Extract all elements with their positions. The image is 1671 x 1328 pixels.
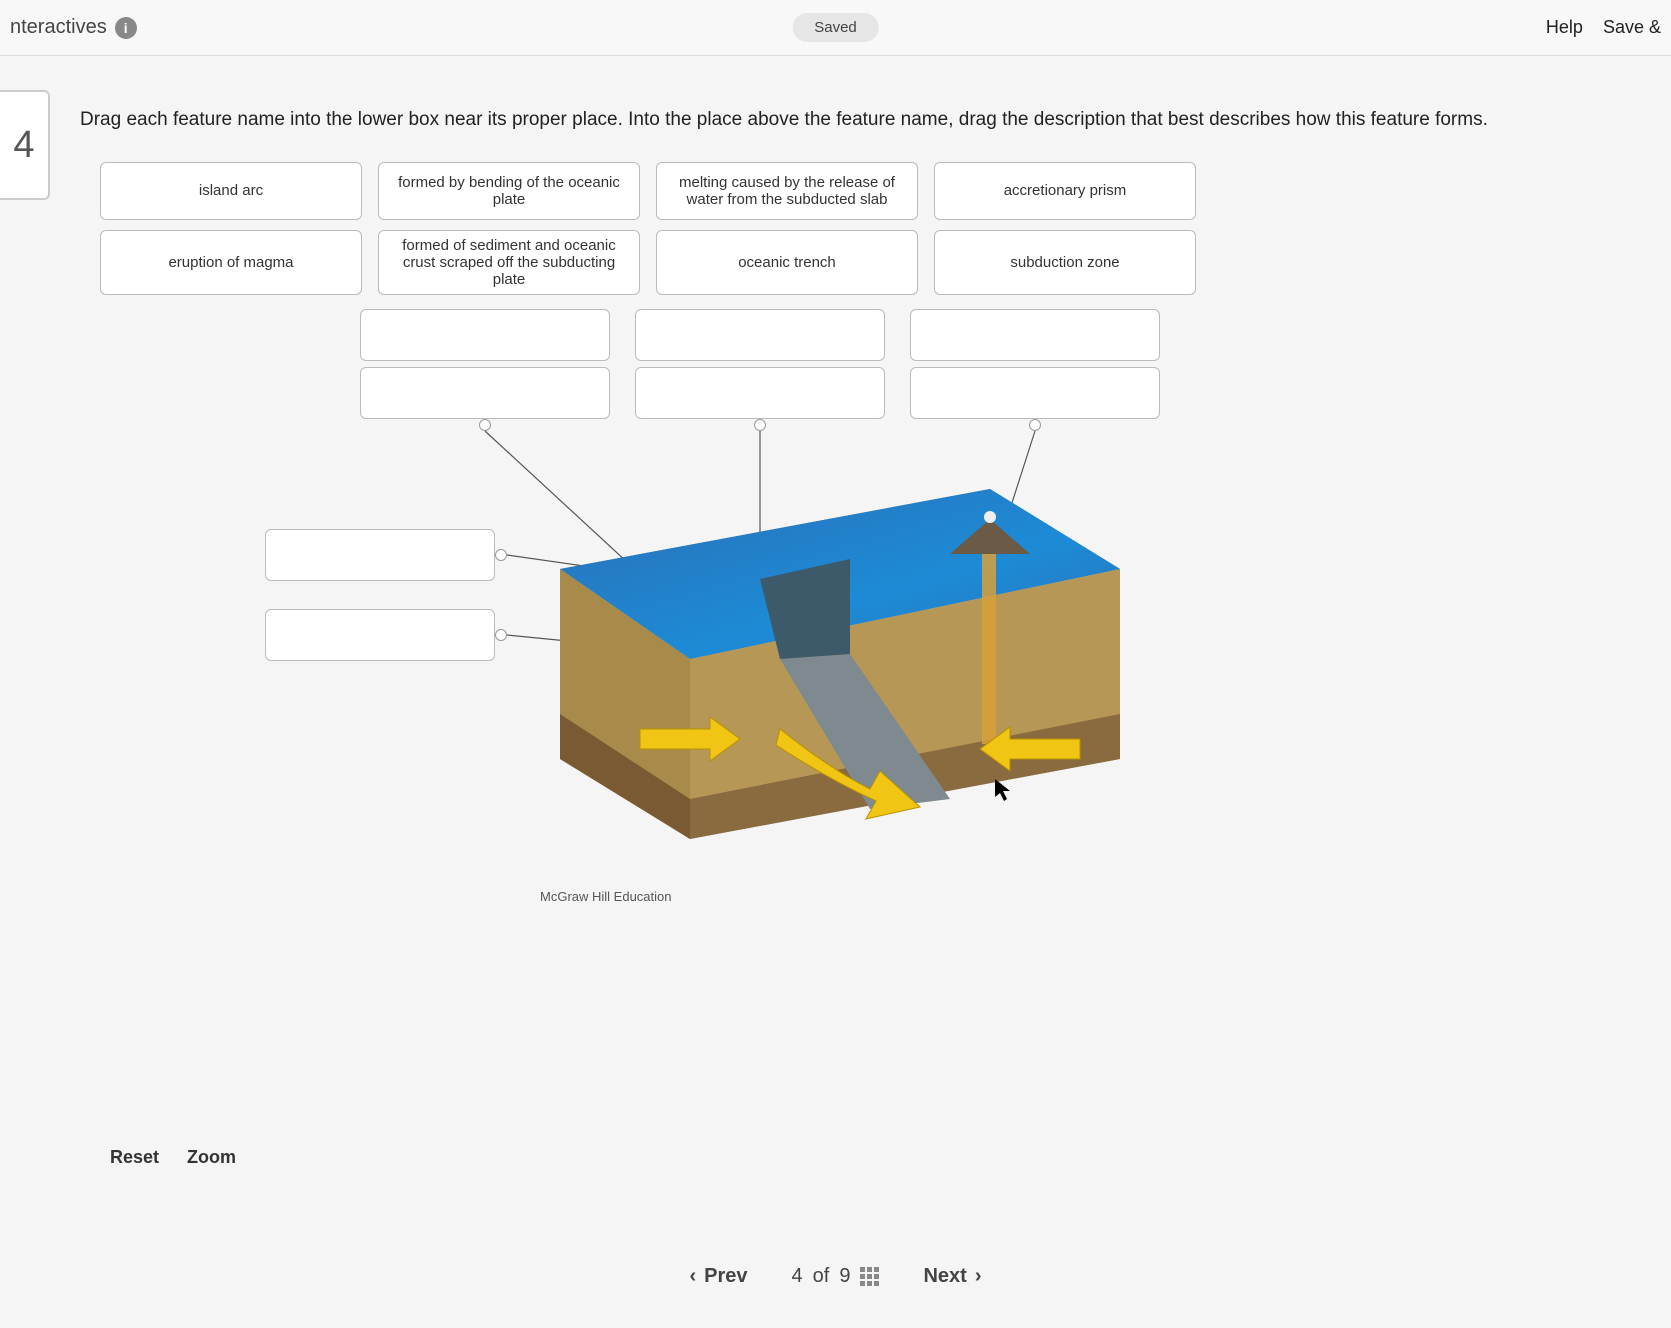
drop-name-3[interactable] [910,367,1160,419]
bottom-left-controls: Reset Zoom [110,1147,236,1168]
page-position: 4 of 9 [792,1265,880,1288]
save-exit-link[interactable]: Save & [1603,17,1661,38]
next-label: Next [923,1265,966,1288]
chip-eruption-magma[interactable]: eruption of magma [100,230,362,295]
chip-formed-bending[interactable]: formed by bending of the oceanic plate [378,162,640,220]
drop-name-2[interactable] [635,367,885,419]
main-content: Drag each feature name into the lower bo… [80,56,1641,1029]
drop-group-3 [910,309,1160,419]
drop-name-4[interactable] [265,529,495,581]
prev-label: Prev [704,1265,747,1288]
drop-name-1[interactable] [360,367,610,419]
drop-desc-1[interactable] [360,309,610,361]
leader-nub-3 [1029,419,1041,431]
chip-island-arc[interactable]: island arc [100,162,362,220]
drop-group-2 [635,309,885,419]
zoom-button[interactable]: Zoom [187,1147,236,1168]
chip-melting-water[interactable]: melting caused by the release of water f… [656,162,918,220]
drag-row-2: eruption of magma formed of sediment and… [100,230,1641,295]
next-button[interactable]: Next › [923,1265,981,1288]
chip-oceanic-trench[interactable]: oceanic trench [656,230,918,295]
page-of: of [813,1265,830,1288]
drop-name-5[interactable] [265,609,495,661]
drop-group-5 [265,609,495,661]
page-total: 9 [839,1265,850,1288]
leader-nub-4 [495,549,507,561]
pager-bar: ‹ Prev 4 of 9 Next › [0,1265,1671,1288]
diagram-canvas: McGraw Hill Education [80,309,1641,1029]
drag-row-1: island arc formed by bending of the ocea… [100,162,1641,220]
drag-source-area: island arc formed by bending of the ocea… [100,162,1641,295]
page-mode-label: nteractives [10,16,107,39]
subduction-diagram [520,459,1140,879]
chip-subduction-zone[interactable]: subduction zone [934,230,1196,295]
leader-nub-2 [754,419,766,431]
drop-desc-2[interactable] [635,309,885,361]
saved-badge: Saved [792,13,879,42]
reset-button[interactable]: Reset [110,1147,159,1168]
drop-group-4 [265,529,495,581]
chevron-left-icon: ‹ [689,1265,696,1288]
topbar-right: Help Save & [1546,17,1661,38]
help-link[interactable]: Help [1546,17,1583,38]
topbar-left: nteractives i [10,16,137,39]
chip-accretionary-prism[interactable]: accretionary prism [934,162,1196,220]
drop-group-1 [360,309,610,419]
page-current: 4 [792,1265,803,1288]
instructions-text: Drag each feature name into the lower bo… [80,106,1600,134]
grid-icon[interactable] [860,1267,879,1286]
leader-nub-5 [495,629,507,641]
image-credit: McGraw Hill Education [540,889,672,904]
info-icon[interactable]: i [115,17,137,39]
chevron-right-icon: › [975,1265,982,1288]
chip-sediment-scraped[interactable]: formed of sediment and oceanic crust scr… [378,230,640,295]
prev-button[interactable]: ‹ Prev [689,1265,747,1288]
top-bar: nteractives i Saved Help Save & [0,0,1671,56]
question-number: 4 [0,90,50,200]
leader-nub-1 [479,419,491,431]
drop-desc-3[interactable] [910,309,1160,361]
